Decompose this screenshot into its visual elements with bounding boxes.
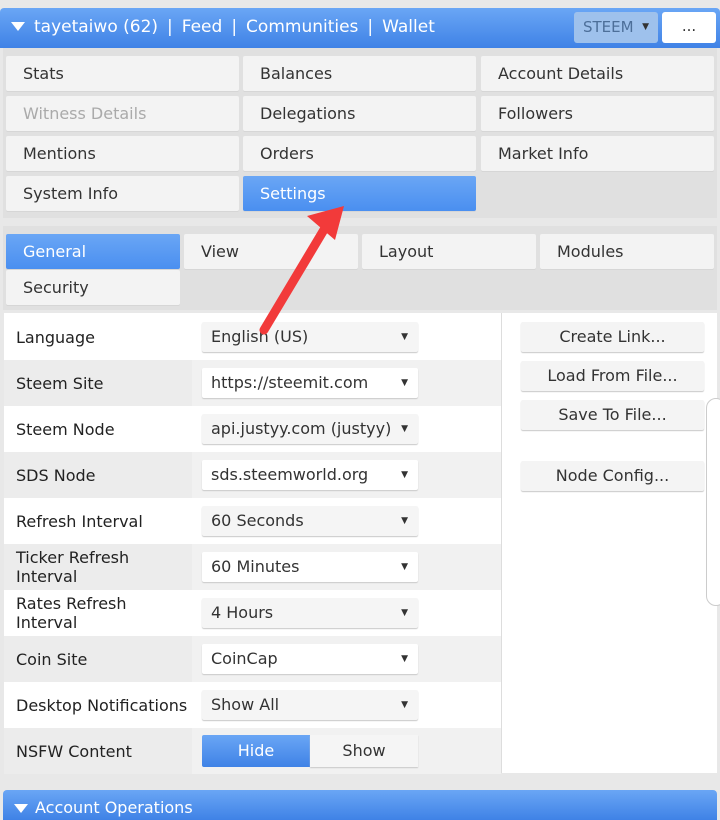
annotation-arrow [259,206,344,335]
collapse-chevron-icon[interactable] [14,804,28,813]
account-operations-bar[interactable]: Account Operations [3,790,717,820]
arrow-shaft [259,223,330,335]
